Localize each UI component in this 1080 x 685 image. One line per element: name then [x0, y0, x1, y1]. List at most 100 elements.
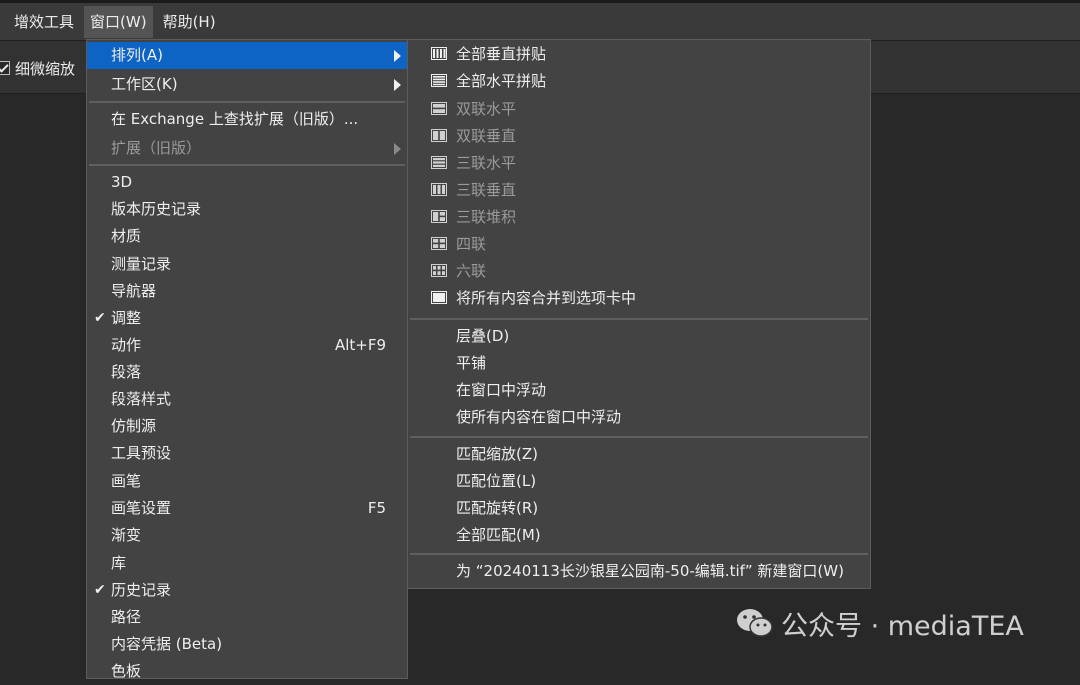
- menu-item-label: 内容凭据 (Beta): [111, 635, 223, 653]
- menu-help[interactable]: 帮助(H): [157, 6, 222, 38]
- menubar: 增效工具 窗口(W) 帮助(H): [0, 3, 1080, 40]
- menu-item-find-extensions[interactable]: 在 Exchange 上查找扩展（旧版）...: [87, 106, 407, 133]
- scrubby-zoom-checkbox[interactable]: [0, 61, 10, 75]
- menu-separator: [410, 436, 868, 438]
- menu-item-3d[interactable]: 3D: [87, 169, 407, 196]
- two-up-horizontal-icon: [431, 102, 447, 115]
- submenu-item-six-up: 六联: [408, 258, 870, 285]
- menu-item-label: 测量记录: [111, 255, 172, 273]
- menu-plugins[interactable]: 增效工具: [8, 6, 80, 38]
- submenu-item-label: 三联堆积: [456, 208, 517, 226]
- menu-item-label: 工具预设: [111, 444, 172, 462]
- menu-item-libraries[interactable]: 库: [87, 550, 407, 577]
- submenu-item-label: 全部垂直拼贴: [456, 45, 547, 63]
- shortcut-label: Alt+F9: [334, 336, 386, 354]
- menu-window[interactable]: 窗口(W): [84, 5, 153, 38]
- menu-item-brush-settings[interactable]: 画笔设置 F5: [87, 495, 407, 522]
- submenu-item-label: 层叠(D): [456, 327, 510, 345]
- menu-item-adjustments[interactable]: ✔ 调整: [87, 305, 407, 332]
- menu-item-actions[interactable]: 动作 Alt+F9: [87, 332, 407, 359]
- consolidate-tabs-icon: [431, 291, 447, 304]
- submenu-item-label: 为 “20240113长沙银星公园南-50-编辑.tif” 新建窗口(W): [456, 562, 844, 580]
- menu-item-history[interactable]: ✔ 历史记录: [87, 577, 407, 604]
- submenu-item-label: 三联垂直: [456, 181, 517, 199]
- three-up-vertical-icon: [431, 183, 447, 196]
- submenu-arrow-icon: [394, 50, 401, 62]
- submenu-item-four-up: 四联: [408, 231, 870, 258]
- submenu-item-match-zoom[interactable]: 匹配缩放(Z): [408, 441, 870, 468]
- arrange-submenu: 全部垂直拼贴 全部水平拼贴 双联水平 双联垂直 三联水平 三联垂直 三联堆积 四…: [407, 39, 871, 589]
- submenu-item-two-up-vertical: 双联垂直: [408, 123, 870, 150]
- wechat-icon: [737, 609, 773, 637]
- menu-item-label: 调整: [111, 309, 142, 327]
- menu-item-tool-presets[interactable]: 工具预设: [87, 440, 407, 467]
- submenu-item-label: 匹配位置(L): [456, 472, 537, 490]
- submenu-item-two-up-horizontal: 双联水平: [408, 96, 870, 123]
- submenu-item-label: 双联垂直: [456, 127, 517, 145]
- submenu-item-label: 将所有内容合并到选项卡中: [456, 289, 637, 307]
- submenu-item-tile-all-horizontal[interactable]: 全部水平拼贴: [408, 68, 870, 95]
- menu-item-label: 扩展（旧版）: [111, 139, 202, 157]
- menu-item-materials[interactable]: 材质: [87, 223, 407, 250]
- submenu-arrow-icon: [394, 79, 401, 91]
- submenu-item-tile-all-vertical[interactable]: 全部垂直拼贴: [408, 41, 870, 68]
- menu-item-label: 路径: [111, 608, 142, 626]
- menu-item-paths[interactable]: 路径: [87, 604, 407, 631]
- submenu-item-three-up-vertical: 三联垂直: [408, 177, 870, 204]
- menu-item-paragraph-styles[interactable]: 段落样式: [87, 386, 407, 413]
- submenu-item-match-rotation[interactable]: 匹配旋转(R): [408, 495, 870, 522]
- submenu-item-consolidate-tabs[interactable]: 将所有内容合并到选项卡中: [408, 285, 870, 312]
- menu-item-workspace[interactable]: 工作区(K): [87, 71, 407, 98]
- menu-separator: [89, 164, 405, 166]
- menu-item-measurement-log[interactable]: 测量记录: [87, 251, 407, 278]
- three-up-stacked-icon: [431, 210, 447, 223]
- checkmark-icon: ✔: [94, 310, 106, 326]
- menu-item-label: 3D: [111, 173, 133, 191]
- submenu-item-match-all[interactable]: 全部匹配(M): [408, 522, 870, 549]
- submenu-item-label: 三联水平: [456, 154, 517, 172]
- submenu-item-label: 平铺: [456, 354, 487, 372]
- submenu-item-match-location[interactable]: 匹配位置(L): [408, 468, 870, 495]
- menu-item-paragraph[interactable]: 段落: [87, 359, 407, 386]
- checkmark-icon: ✔: [94, 582, 106, 598]
- menu-item-label: 排列(A): [111, 46, 163, 64]
- submenu-item-float-in-window[interactable]: 在窗口中浮动: [408, 377, 870, 404]
- menu-item-swatches[interactable]: 色板: [87, 658, 407, 685]
- menu-item-label: 库: [111, 554, 127, 572]
- menu-item-brushes[interactable]: 画笔: [87, 468, 407, 495]
- menu-item-label: 仿制源: [111, 417, 157, 435]
- menu-item-label: 导航器: [111, 282, 157, 300]
- shortcut-label: F5: [367, 499, 386, 517]
- submenu-item-tile[interactable]: 平铺: [408, 350, 870, 377]
- submenu-item-three-up-horizontal: 三联水平: [408, 150, 870, 177]
- six-up-icon: [431, 264, 447, 277]
- menu-item-label: 渐变: [111, 526, 142, 544]
- tile-horizontal-icon: [431, 74, 447, 87]
- submenu-item-cascade[interactable]: 层叠(D): [408, 323, 870, 350]
- menu-item-label: 版本历史记录: [111, 200, 202, 218]
- menu-item-label: 工作区(K): [111, 75, 178, 93]
- submenu-item-three-up-stacked: 三联堆积: [408, 204, 870, 231]
- menu-item-gradients[interactable]: 渐变: [87, 522, 407, 549]
- menu-item-label: 段落: [111, 363, 142, 381]
- submenu-item-float-all-in-windows[interactable]: 使所有内容在窗口中浮动: [408, 404, 870, 431]
- menu-item-label: 在 Exchange 上查找扩展（旧版）...: [111, 110, 359, 128]
- submenu-item-label: 在窗口中浮动: [456, 381, 547, 399]
- menu-item-label: 历史记录: [111, 581, 172, 599]
- menu-item-navigator[interactable]: 导航器: [87, 278, 407, 305]
- menu-item-clone-source[interactable]: 仿制源: [87, 413, 407, 440]
- menu-item-version-history[interactable]: 版本历史记录: [87, 196, 407, 223]
- menu-separator: [410, 318, 868, 320]
- menu-item-arrange[interactable]: 排列(A): [87, 42, 407, 69]
- submenu-item-label: 双联水平: [456, 100, 517, 118]
- menu-item-label: 段落样式: [111, 390, 172, 408]
- submenu-item-label: 全部匹配(M): [456, 526, 541, 544]
- submenu-item-label: 使所有内容在窗口中浮动: [456, 408, 622, 426]
- menu-item-label: 动作: [111, 336, 142, 354]
- submenu-item-new-window[interactable]: 为 “20240113长沙银星公园南-50-编辑.tif” 新建窗口(W): [408, 558, 870, 585]
- watermark-text: 公众号 · mediaTEA: [781, 610, 1024, 642]
- menu-item-content-credentials[interactable]: 内容凭据 (Beta): [87, 631, 407, 658]
- menu-item-label: 画笔: [111, 472, 142, 490]
- menu-item-label: 画笔设置: [111, 499, 172, 517]
- menu-separator: [89, 101, 405, 103]
